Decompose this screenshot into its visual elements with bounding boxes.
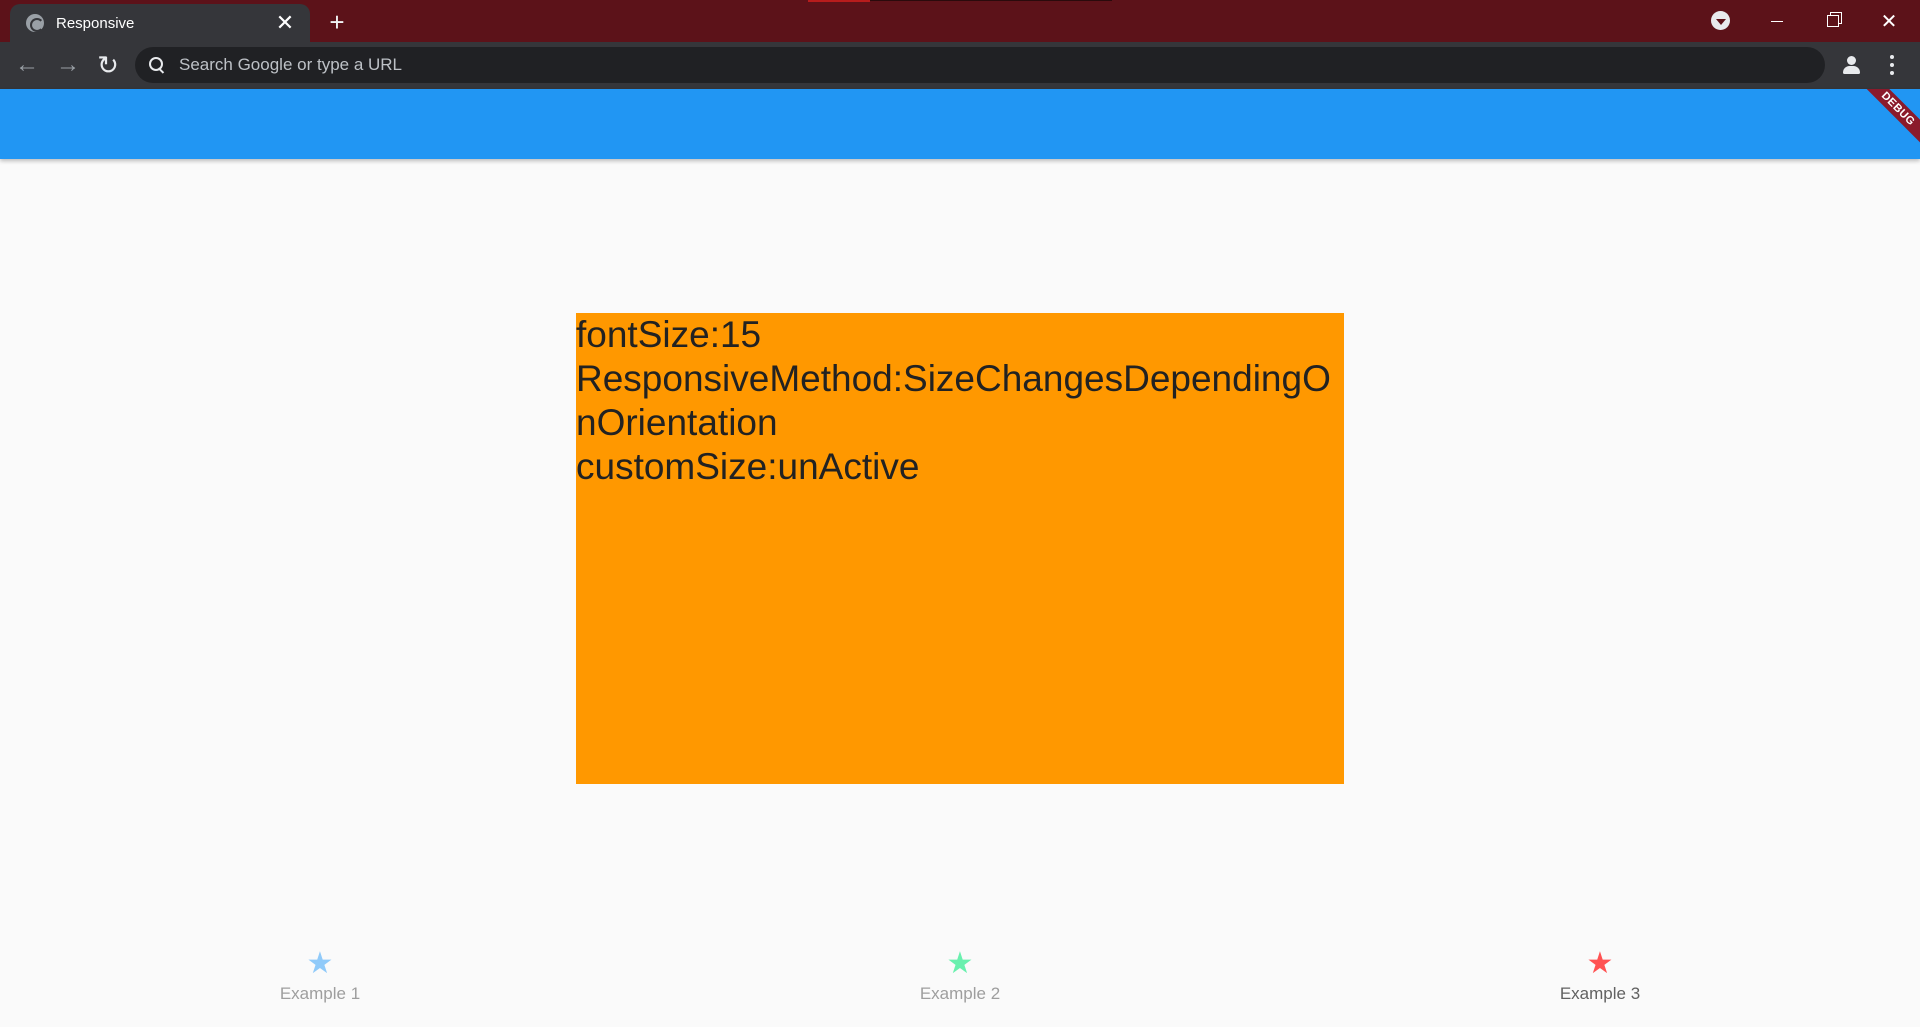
reload-button[interactable]: ↻ (93, 50, 123, 80)
minimize-button[interactable] (1749, 0, 1805, 42)
back-button[interactable]: ← (12, 50, 42, 80)
custom-size-text: customSize:unActive (576, 446, 920, 487)
browser-tab[interactable]: Responsive ✕ (10, 4, 310, 42)
font-size-text: fontSize:15 (576, 314, 762, 355)
nav-item-example-3[interactable]: ★ Example 3 (1500, 940, 1700, 1027)
nav-label-example-2: Example 2 (919, 984, 1001, 1003)
omnibox[interactable] (135, 47, 1825, 83)
tab-search-dropdown-icon[interactable] (1711, 11, 1730, 30)
profile-avatar-icon[interactable] (1840, 53, 1864, 77)
star-icon: ★ (946, 947, 974, 980)
app-bar: DEBUG (0, 89, 1920, 159)
forward-button[interactable]: → (53, 50, 83, 80)
more-menu-icon[interactable] (1880, 53, 1904, 77)
debug-banner: DEBUG (1853, 89, 1920, 154)
bottom-navigation-bar: ★ Example 1 ★ Example 2 ★ Example 3 (0, 940, 1920, 1027)
nav-label-example-1: Example 1 (279, 984, 361, 1003)
tab-title: Responsive (56, 14, 135, 32)
restore-icon (1827, 15, 1839, 27)
search-icon (149, 57, 165, 73)
star-icon: ★ (306, 947, 334, 980)
browser-title-bar: Responsive ✕ + ✕ (0, 0, 1920, 42)
responsive-method-text: ResponsiveMethod:SizeChangesDependingOnO… (576, 358, 1331, 443)
close-icon: ✕ (1880, 10, 1898, 33)
restore-button[interactable] (1805, 0, 1861, 42)
responsive-content-box: fontSize:15 ResponsiveMethod:SizeChanges… (576, 313, 1344, 784)
nav-item-example-1[interactable]: ★ Example 1 (220, 940, 420, 1027)
title-bar-accent-dark (870, 0, 1112, 1)
close-window-button[interactable]: ✕ (1861, 0, 1917, 42)
tab-close-icon[interactable]: ✕ (274, 12, 296, 34)
title-bar-accent (808, 0, 870, 2)
nav-label-example-3: Example 3 (1559, 984, 1641, 1003)
new-tab-button[interactable]: + (322, 7, 352, 37)
omnibox-input[interactable] (179, 55, 1779, 75)
nav-item-example-2[interactable]: ★ Example 2 (860, 940, 1060, 1027)
minimize-icon (1771, 20, 1783, 22)
star-icon: ★ (1586, 947, 1614, 980)
globe-icon (26, 14, 44, 32)
browser-toolbar: ← → ↻ (0, 42, 1920, 89)
